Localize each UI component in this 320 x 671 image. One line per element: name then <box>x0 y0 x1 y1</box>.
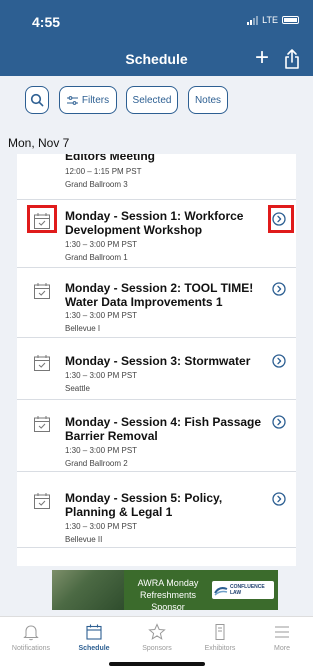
chevron-right-circle-icon[interactable] <box>272 354 286 368</box>
highlight-box-calendar <box>27 205 57 233</box>
session-time: 1:30 – 3:00 PM PST <box>65 446 138 455</box>
signal-icon <box>247 15 259 25</box>
star-icon <box>148 623 166 640</box>
session-time: 1:30 – 3:00 PM PST <box>65 371 138 380</box>
session-room: Grand Ballroom 2 <box>65 459 128 468</box>
ad-line-2: Refreshments Sponsor <box>139 590 197 610</box>
tab-notifications[interactable]: Notifications <box>0 621 62 661</box>
session-time: 12:00 – 1:15 PM PST <box>65 167 142 176</box>
session-list-card: Editors Meeting 12:00 – 1:15 PM PST Gran… <box>17 154 296 566</box>
session-row[interactable]: Editors Meeting 12:00 – 1:15 PM PST Gran… <box>17 154 296 200</box>
session-room: Bellevue II <box>65 535 103 544</box>
session-row[interactable]: Monday - Session 5: Policy, Planning & L… <box>17 472 296 548</box>
session-title: Monday - Session 5: Policy, Planning & L… <box>65 491 223 519</box>
sponsor-ad-banner[interactable]: AWRA Monday Refreshments Sponsor CONFLUE… <box>52 570 278 610</box>
date-header: Mon, Nov 7 <box>0 128 313 154</box>
tab-sponsors[interactable]: Sponsors <box>126 621 188 661</box>
status-time: 4:55 <box>32 14 61 30</box>
ad-line-1: AWRA Monday <box>137 578 199 588</box>
tab-schedule[interactable]: Schedule <box>63 621 125 661</box>
selected-button[interactable]: Selected <box>126 86 178 114</box>
tab-label: Notifications <box>11 645 51 652</box>
notes-label: Notes <box>194 94 222 106</box>
ad-text: AWRA Monday Refreshments Sponsor <box>128 577 208 610</box>
session-room: Grand Ballroom 3 <box>65 180 128 189</box>
sponsor-logo: CONFLUENCE LAW <box>212 581 274 599</box>
tab-exhibitors[interactable]: Exhibitors <box>189 621 251 661</box>
menu-icon <box>275 626 289 638</box>
bell-icon <box>23 625 39 641</box>
calendar-check-icon[interactable] <box>33 415 51 433</box>
session-title: Editors Meeting <box>65 154 156 163</box>
plus-icon[interactable]: + <box>255 45 269 71</box>
nav-bar: Schedule + <box>0 44 313 76</box>
session-row[interactable]: Monday - Session 3: Stormwater 1:30 – 3:… <box>17 338 296 400</box>
selected-label: Selected <box>132 94 172 106</box>
ad-photo <box>52 570 124 610</box>
sliders-icon <box>66 95 78 105</box>
chevron-right-circle-icon[interactable] <box>272 415 286 429</box>
tab-more[interactable]: More <box>251 621 313 661</box>
tab-label: Exhibitors <box>204 645 236 652</box>
calendar-check-icon[interactable] <box>33 492 51 510</box>
notes-button[interactable]: Notes <box>188 86 228 114</box>
session-list[interactable]: Editors Meeting 12:00 – 1:15 PM PST Gran… <box>0 154 313 566</box>
calendar-icon <box>86 624 102 640</box>
chevron-right-circle-icon[interactable] <box>272 282 286 296</box>
home-indicator <box>109 662 205 666</box>
tab-label: Sponsors <box>142 645 172 652</box>
session-row[interactable]: Monday - Session 2: TOOL TIME! Water Dat… <box>17 268 296 338</box>
filters-button[interactable]: Filters <box>59 86 117 114</box>
highlight-box-arrow <box>268 205 294 233</box>
search-button[interactable] <box>25 86 49 114</box>
session-room: Bellevue I <box>65 324 101 333</box>
session-title: Monday - Session 3: Stormwater <box>65 354 251 368</box>
status-bar: 4:55 LTE <box>0 0 313 44</box>
filter-bar: Filters Selected Notes <box>0 76 313 128</box>
session-time: 1:30 – 3:00 PM PST <box>65 311 138 320</box>
session-title: Monday - Session 1: Workforce Developmen… <box>65 209 244 237</box>
confluence-logo-icon <box>214 587 228 596</box>
network-label: LTE <box>262 15 278 25</box>
logo-line-2: LAW <box>230 590 242 596</box>
search-icon <box>30 93 44 107</box>
calendar-check-icon[interactable] <box>33 282 51 300</box>
filters-label: Filters <box>81 94 110 106</box>
session-time: 1:30 – 3:00 PM PST <box>65 522 138 531</box>
tab-label: More <box>274 645 290 652</box>
session-time: 1:30 – 3:00 PM PST <box>65 240 138 249</box>
calendar-check-icon[interactable] <box>33 354 51 372</box>
status-indicators: LTE <box>247 15 299 25</box>
session-row[interactable]: Monday - Session 4: Fish Passage Barrier… <box>17 400 296 472</box>
battery-icon <box>282 16 299 24</box>
session-room: Seattle <box>65 384 90 393</box>
tab-label: Schedule <box>78 645 110 652</box>
share-icon[interactable] <box>283 48 301 70</box>
session-title: Monday - Session 4: Fish Passage Barrier… <box>65 415 262 443</box>
session-room: Grand Ballroom 1 <box>65 253 128 262</box>
ad-area: AWRA Monday Refreshments Sponsor CONFLUE… <box>0 566 313 616</box>
booth-icon <box>215 624 225 640</box>
chevron-right-circle-icon[interactable] <box>272 492 286 506</box>
session-title: Monday - Session 2: TOOL TIME! Water Dat… <box>65 281 254 309</box>
session-row[interactable]: Monday - Session 1: Workforce Developmen… <box>17 200 296 268</box>
